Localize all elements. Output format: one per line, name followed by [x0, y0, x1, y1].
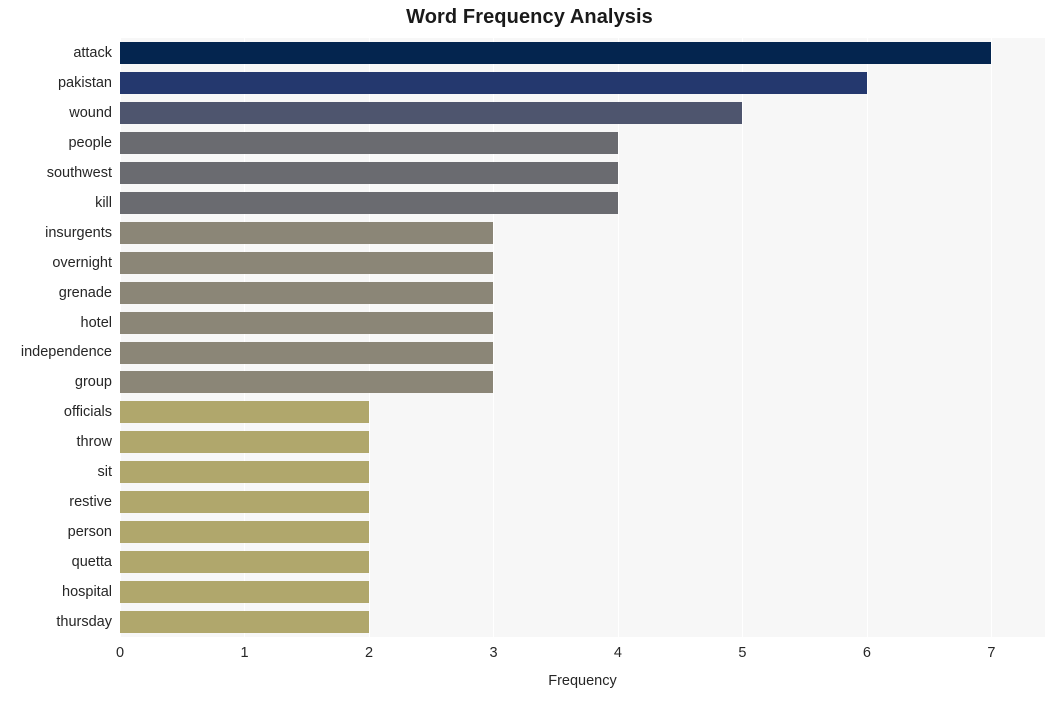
bar-row[interactable] [120, 487, 1045, 517]
bar[interactable] [120, 191, 618, 214]
x-tick-label: 7 [987, 645, 996, 661]
bar-row[interactable] [120, 577, 1045, 607]
y-tick-label: wound [69, 104, 112, 121]
bar[interactable] [120, 311, 494, 334]
y-tick-label: insurgents [45, 224, 112, 241]
x-tick-label: 0 [115, 645, 125, 661]
bar[interactable] [120, 551, 369, 574]
y-tick-label: person [67, 524, 112, 541]
bar[interactable] [120, 371, 494, 394]
bar-row[interactable] [120, 98, 1045, 128]
y-tick-label: southwest [46, 164, 112, 181]
bar[interactable] [120, 581, 369, 604]
bar[interactable] [120, 401, 369, 424]
bar[interactable] [120, 101, 743, 124]
bar-row[interactable] [120, 218, 1045, 248]
x-tick-label: 5 [738, 645, 747, 661]
bar-row[interactable] [120, 338, 1045, 368]
chart-figure: Word Frequency Analysis attack pakistan wo… [0, 0, 1059, 701]
x-tick-label: 3 [489, 645, 498, 661]
y-tick-label: group [74, 374, 112, 391]
bar-row[interactable] [120, 427, 1045, 457]
y-tick-label: grenade [58, 284, 112, 301]
x-tick-label: 6 [862, 645, 871, 661]
bar[interactable] [120, 131, 618, 154]
x-axis-label: Frequency [548, 673, 617, 689]
y-axis: attack pakistan wound people southwest kill in… [0, 38, 112, 637]
bar[interactable] [120, 341, 494, 364]
bar[interactable] [120, 611, 369, 634]
y-tick-label: pakistan [57, 74, 112, 91]
y-tick-label: hotel [80, 314, 112, 331]
y-tick-label: hospital [62, 584, 112, 601]
bar[interactable] [120, 431, 369, 454]
y-tick-label: officials [63, 404, 112, 421]
y-tick-label: people [68, 134, 112, 151]
bar-row[interactable] [120, 278, 1045, 308]
bar[interactable] [120, 42, 992, 64]
bar-row[interactable] [120, 68, 1045, 98]
bar-row[interactable] [120, 397, 1045, 427]
bar[interactable] [120, 491, 369, 514]
bar[interactable] [120, 281, 494, 304]
y-tick-label: thursday [56, 614, 112, 631]
page-title: Word Frequency Analysis [406, 6, 653, 28]
bar[interactable] [120, 221, 494, 244]
plot-area [120, 38, 1045, 637]
bar-row[interactable] [120, 547, 1045, 577]
y-tick-label: independence [20, 344, 112, 361]
bar-row[interactable] [120, 38, 1045, 68]
x-axis: 0 1 2 3 4 5 6 7 [116, 637, 1045, 667]
bar[interactable] [120, 521, 369, 544]
bar[interactable] [120, 461, 369, 484]
y-tick-label: attack [73, 44, 112, 61]
bar-row[interactable] [120, 158, 1045, 188]
bar[interactable] [120, 161, 618, 184]
bar-row[interactable] [120, 308, 1045, 338]
bar-row[interactable] [120, 517, 1045, 547]
y-tick-label: kill [95, 194, 112, 211]
bar-row[interactable] [120, 128, 1045, 158]
y-tick-label: quetta [71, 554, 112, 571]
x-tick-label: 2 [364, 645, 374, 661]
bar-row[interactable] [120, 607, 1045, 637]
bar[interactable] [120, 71, 867, 94]
x-tick-label: 1 [240, 645, 249, 661]
bar-row[interactable] [120, 457, 1045, 487]
bar-row[interactable] [120, 248, 1045, 278]
y-tick-label: sit [97, 464, 113, 481]
bar-row[interactable] [120, 188, 1045, 218]
bars-container [120, 38, 1045, 637]
y-tick-label: restive [69, 494, 112, 511]
bar[interactable] [120, 251, 494, 274]
y-tick-label: overnight [52, 254, 112, 271]
y-tick-label: throw [76, 434, 112, 451]
bar-row[interactable] [120, 367, 1045, 397]
x-tick-label: 4 [613, 645, 622, 661]
